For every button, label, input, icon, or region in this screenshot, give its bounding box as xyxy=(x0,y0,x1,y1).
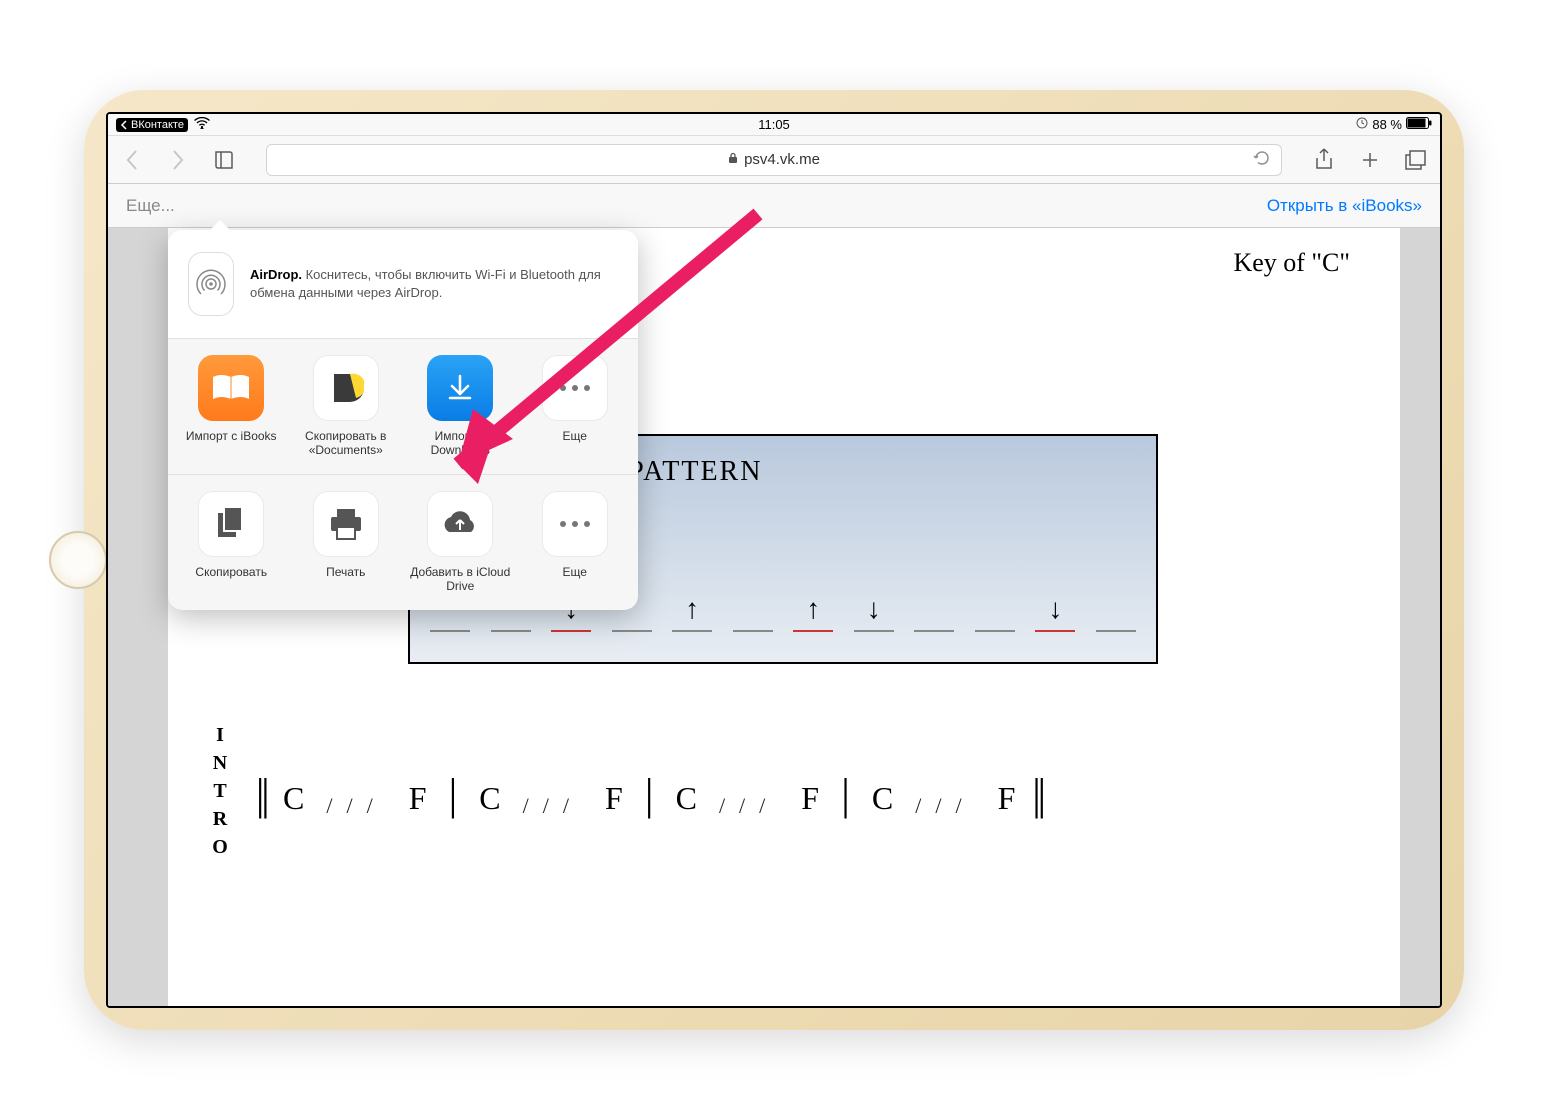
bookmarks-button[interactable] xyxy=(210,146,238,174)
more-link[interactable]: Еще... xyxy=(126,196,175,216)
lock-icon xyxy=(728,151,738,168)
share-action-more[interactable]: Еще xyxy=(522,491,629,594)
airdrop-icon xyxy=(188,252,234,316)
more-icon xyxy=(542,355,608,421)
print-icon xyxy=(313,491,379,557)
documents-icon xyxy=(313,355,379,421)
doc-key-label: Key of "C" xyxy=(1233,248,1350,278)
chord-sequence: || C/// F | C/// F | C/// F | C/// F || xyxy=(261,769,1037,820)
url-bar[interactable]: psv4.vk.me xyxy=(266,144,1282,176)
orientation-lock-icon xyxy=(1356,117,1368,132)
downloads-icon xyxy=(427,355,493,421)
share-app-documents[interactable]: Скопировать в «Documents» xyxy=(293,355,400,458)
url-host: psv4.vk.me xyxy=(744,151,820,168)
forward-button[interactable] xyxy=(164,146,192,174)
airdrop-section[interactable]: AirDrop. Коснитесь, чтобы включить Wi-Fi… xyxy=(168,230,638,339)
tabs-button[interactable] xyxy=(1402,146,1430,174)
battery-icon xyxy=(1406,117,1432,132)
open-in-ibooks-link[interactable]: Открыть в «iBooks» xyxy=(1267,196,1422,216)
more-icon xyxy=(542,491,608,557)
share-sheet: AirDrop. Коснитесь, чтобы включить Wi-Fi… xyxy=(168,230,638,610)
copy-icon xyxy=(198,491,264,557)
icloud-upload-icon xyxy=(427,491,493,557)
share-action-print[interactable]: Печать xyxy=(293,491,400,594)
share-app-ibooks[interactable]: Импорт с iBooks xyxy=(178,355,285,458)
wifi-icon xyxy=(194,117,210,132)
ipad-frame: ВКонтакте 11:05 88 % xyxy=(84,90,1464,1030)
share-app-row: Импорт с iBooks Скопировать в «Documents… xyxy=(168,339,638,475)
status-bar: ВКонтакте 11:05 88 % xyxy=(108,114,1440,136)
document-action-bar: Еще... Открыть в «iBooks» xyxy=(108,184,1440,228)
share-app-downloads[interactable]: Импорт с Downloads xyxy=(407,355,514,458)
screen: ВКонтакте 11:05 88 % xyxy=(106,112,1442,1008)
back-button[interactable] xyxy=(118,146,146,174)
intro-label: INTRO xyxy=(208,724,231,864)
battery-percent: 88 % xyxy=(1372,117,1402,132)
share-button[interactable] xyxy=(1310,146,1338,174)
ibooks-icon xyxy=(198,355,264,421)
home-button[interactable] xyxy=(49,531,107,589)
new-tab-button[interactable] xyxy=(1356,146,1384,174)
share-app-more[interactable]: Еще xyxy=(522,355,629,458)
safari-toolbar: psv4.vk.me xyxy=(108,136,1440,184)
reload-icon[interactable] xyxy=(1253,149,1271,171)
share-action-icloud[interactable]: Добавить в iCloud Drive xyxy=(407,491,514,594)
share-action-copy[interactable]: Скопировать xyxy=(178,491,285,594)
share-action-row: Скопировать Печать Добавить в iCloud Dri… xyxy=(168,475,638,610)
back-to-app[interactable]: ВКонтакте xyxy=(116,118,188,132)
status-time: 11:05 xyxy=(758,117,790,132)
intro-row: INTRO || C/// F | C/// F | C/// F | C///… xyxy=(208,724,1360,864)
back-app-label: ВКонтакте xyxy=(131,119,184,131)
airdrop-text: AirDrop. Коснитесь, чтобы включить Wi-Fi… xyxy=(250,266,618,302)
